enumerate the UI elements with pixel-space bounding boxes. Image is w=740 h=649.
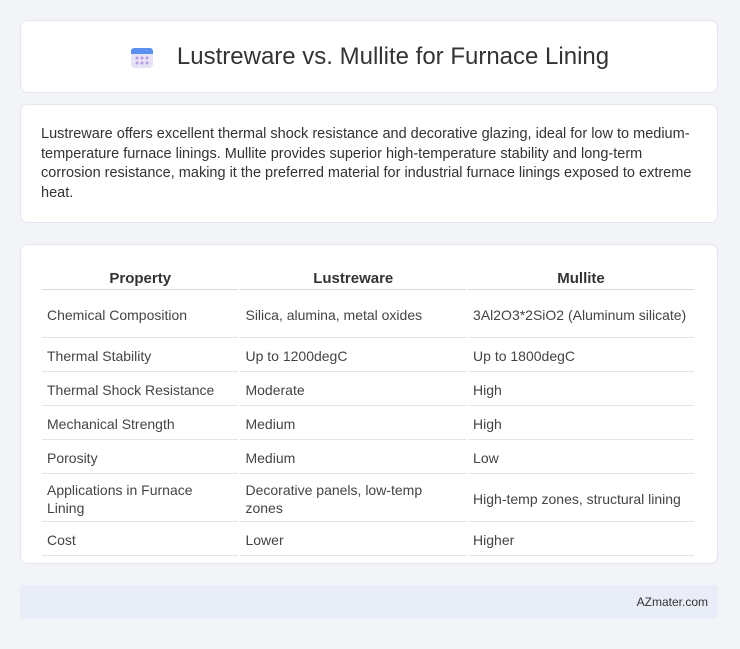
description-card: Lustreware offers excellent thermal shoc…: [20, 104, 718, 223]
table-row: Thermal Shock Resistance Moderate High: [42, 374, 694, 406]
table-header-row: Property Lustreware Mullite: [42, 265, 694, 290]
description-text: Lustreware offers excellent thermal shoc…: [41, 126, 692, 201]
table-cell: Cost: [42, 524, 239, 556]
header-property: Property: [42, 265, 239, 290]
page-title: Lustreware vs. Mullite for Furnace Linin…: [176, 42, 610, 70]
table-cell: Thermal Shock Resistance: [42, 374, 239, 406]
table-cell: Low: [468, 442, 694, 474]
table-cell: Lower: [240, 524, 467, 556]
comparison-table: Property Lustreware Mullite Chemical Com…: [40, 263, 696, 558]
table-cell: Moderate: [240, 374, 467, 406]
table-cell: Up to 1800degC: [468, 340, 694, 372]
table-row: Thermal Stability Up to 1200degC Up to 1…: [42, 340, 694, 372]
calendar-icon: [130, 47, 153, 68]
table-cell: Medium: [240, 408, 467, 440]
comparison-card: Property Lustreware Mullite Chemical Com…: [20, 244, 718, 564]
table-row: Chemical Composition Silica, alumina, me…: [42, 292, 694, 338]
table-cell: High: [468, 408, 694, 440]
table-cell: High: [468, 374, 694, 406]
table-cell: Silica, alumina, metal oxides: [240, 292, 467, 338]
footer-brand: AZmater.com: [636, 594, 708, 609]
table-cell: Chemical Composition: [42, 292, 239, 338]
footer: AZmater.com: [20, 585, 718, 618]
table-row: Cost Lower Higher: [42, 524, 694, 556]
table-cell: Decorative panels, low-temp zones: [240, 476, 467, 522]
header-mullite: Mullite: [468, 265, 694, 290]
table-cell: Mechanical Strength: [42, 408, 239, 440]
table-cell: Medium: [240, 442, 467, 474]
table-cell: 3Al2O3*2SiO2 (Aluminum silicate): [468, 292, 694, 338]
table-row: Mechanical Strength Medium High: [42, 408, 694, 440]
title-card: Lustreware vs. Mullite for Furnace Linin…: [20, 20, 718, 93]
table-cell: High-temp zones, structural lining: [468, 476, 694, 522]
table-cell: Porosity: [42, 442, 239, 474]
table-cell: Higher: [468, 524, 694, 556]
table-cell: Up to 1200degC: [240, 340, 467, 372]
header-lustreware: Lustreware: [240, 265, 467, 290]
table-cell: Thermal Stability: [42, 340, 239, 372]
table-cell: Applications in Furnace Lining: [42, 476, 239, 522]
table-row: Applications in Furnace Lining Decorativ…: [42, 476, 694, 522]
table-row: Porosity Medium Low: [42, 442, 694, 474]
